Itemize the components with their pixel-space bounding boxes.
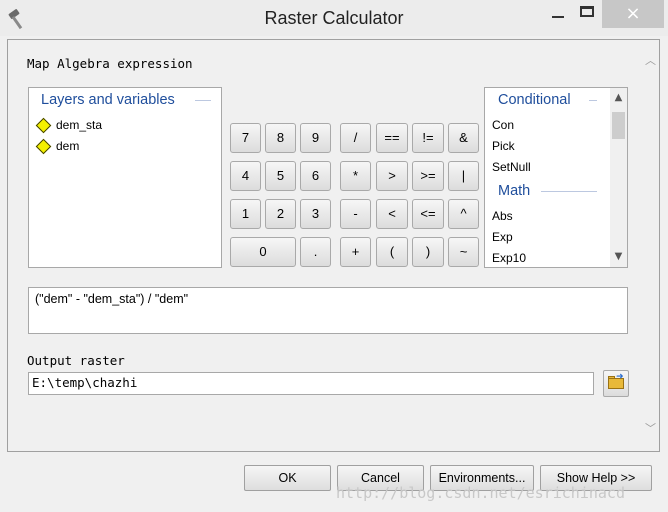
calc-button-not-equal[interactable]: != [412, 123, 444, 153]
browse-button[interactable]: ➜ [603, 370, 629, 397]
environments-button[interactable]: Environments... [430, 465, 534, 491]
minimize-icon [552, 16, 564, 18]
layers-group-title: Layers and variables [41, 92, 175, 108]
layer-label: dem [56, 139, 80, 153]
panel-scrollbar[interactable]: ︿ ﹀ [642, 40, 659, 451]
group-divider [541, 191, 597, 192]
show-help-button[interactable]: Show Help >> [540, 465, 652, 491]
layer-item-dem[interactable]: dem [35, 137, 79, 155]
maximize-icon [580, 6, 594, 17]
chevron-down-icon[interactable]: ﹀ [642, 420, 659, 436]
expression-input[interactable]: ("dem" - "dem_sta") / "dem" [28, 287, 628, 334]
calc-button-less[interactable]: < [376, 199, 408, 229]
raster-layer-icon [35, 138, 52, 154]
function-item-exp[interactable]: Exp [492, 230, 513, 244]
calc-button-minus[interactable]: - [340, 199, 371, 229]
cancel-button[interactable]: Cancel [337, 465, 424, 491]
calc-button-7[interactable]: 7 [230, 123, 261, 153]
arrow-icon: ➜ [616, 372, 624, 382]
calc-button-plus[interactable]: + [340, 237, 371, 267]
function-item-setnull[interactable]: SetNull [492, 160, 531, 174]
calc-button-1[interactable]: 1 [230, 199, 261, 229]
functions-list[interactable]: Conditional Con Pick SetNull Math Abs Ex… [484, 87, 628, 268]
tool-panel: Map Algebra expression Layers and variab… [7, 39, 660, 452]
ok-button[interactable]: OK [244, 465, 331, 491]
calc-button-or[interactable]: | [448, 161, 479, 191]
calc-button-6[interactable]: 6 [300, 161, 331, 191]
map-algebra-label: Map Algebra expression [27, 56, 193, 71]
raster-layer-icon [35, 117, 52, 133]
calc-button-multiply[interactable]: * [340, 161, 371, 191]
close-button[interactable]: × [602, 0, 664, 28]
calc-button-0[interactable]: 0 [230, 237, 296, 267]
calc-button-close-paren[interactable]: ) [412, 237, 444, 267]
math-group-title: Math [498, 183, 531, 199]
calc-button-not[interactable]: ~ [448, 237, 479, 267]
title-bar: Raster Calculator × [0, 0, 668, 36]
scroll-up-icon[interactable]: ▲ [610, 90, 627, 106]
calc-button-open-paren[interactable]: ( [376, 237, 408, 267]
group-divider [195, 100, 211, 101]
calc-button-5[interactable]: 5 [265, 161, 296, 191]
scroll-thumb[interactable] [612, 112, 625, 139]
calc-button-divide[interactable]: / [340, 123, 371, 153]
calc-button-less-equal[interactable]: <= [412, 199, 444, 229]
output-raster-label: Output raster [27, 353, 125, 368]
function-item-exp10[interactable]: Exp10 [492, 251, 526, 265]
functions-scrollbar[interactable]: ▲ ▼ [610, 88, 627, 267]
close-icon: × [625, 3, 641, 24]
function-item-con[interactable]: Con [492, 118, 514, 132]
calc-button-2[interactable]: 2 [265, 199, 296, 229]
output-raster-input[interactable]: E:\temp\chazhi [28, 372, 594, 395]
calc-button-decimal[interactable]: . [300, 237, 331, 267]
function-item-pick[interactable]: Pick [492, 139, 515, 153]
calc-button-4[interactable]: 4 [230, 161, 261, 191]
group-divider [589, 100, 597, 101]
calc-button-8[interactable]: 8 [265, 123, 296, 153]
calc-button-9[interactable]: 9 [300, 123, 331, 153]
calc-button-equal[interactable]: == [376, 123, 408, 153]
layers-list[interactable]: Layers and variables dem_sta dem [28, 87, 222, 268]
calc-button-3[interactable]: 3 [300, 199, 331, 229]
function-item-abs[interactable]: Abs [492, 209, 513, 223]
chevron-up-icon[interactable]: ︿ [642, 52, 659, 68]
calc-button-greater-equal[interactable]: >= [412, 161, 444, 191]
calc-button-xor[interactable]: ^ [448, 199, 479, 229]
calc-button-and[interactable]: & [448, 123, 479, 153]
conditional-group-title: Conditional [498, 92, 571, 108]
layer-label: dem_sta [56, 118, 103, 132]
calc-button-greater[interactable]: > [376, 161, 408, 191]
layer-item-dem-sta[interactable]: dem_sta [35, 116, 102, 134]
scroll-down-icon[interactable]: ▼ [610, 249, 627, 265]
